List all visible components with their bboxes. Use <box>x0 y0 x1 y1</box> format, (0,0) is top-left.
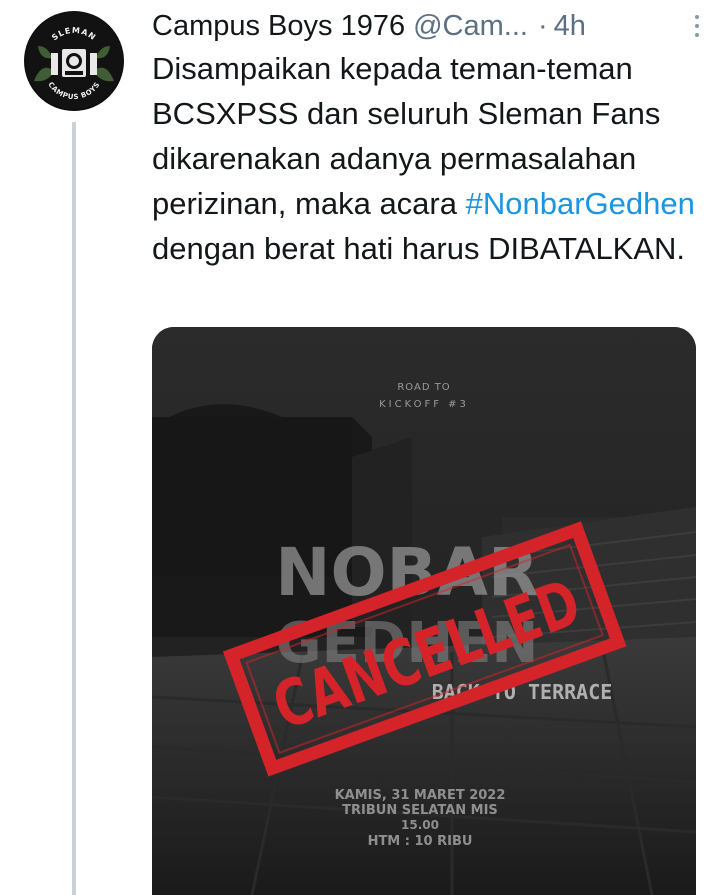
more-options-icon[interactable] <box>682 6 712 46</box>
tweet-header: Campus Boys 1976 @Cam... · 4h <box>152 6 712 46</box>
handle[interactable]: @Cam... <box>413 10 528 43</box>
poster-kickoff: KICKOFF #3 <box>379 399 469 410</box>
poster-price: HTM : 10 RIBU <box>368 834 473 849</box>
thread-line <box>72 122 76 895</box>
separator-dot: · <box>537 9 548 42</box>
tweet-media-image[interactable]: ROAD TO KICKOFF #3 NOBAR GEDHEN BACK TO … <box>152 327 696 895</box>
poster-image: ROAD TO KICKOFF #3 NOBAR GEDHEN BACK TO … <box>152 327 696 895</box>
poster-date: KAMIS, 31 MARET 2022 <box>335 788 506 803</box>
poster-road-to: ROAD TO <box>397 382 450 393</box>
avatar[interactable]: SLEMAN CAMPUS BOYS <box>24 11 124 111</box>
display-name[interactable]: Campus Boys 1976 <box>152 10 405 43</box>
campus-boys-logo-icon: SLEMAN CAMPUS BOYS <box>26 13 122 109</box>
tweet-text-after: dengan berat hati harus DIBATALKAN. <box>152 231 686 266</box>
poster-hour: 15.00 <box>401 818 439 832</box>
poster-venue: TRIBUN SELATAN MIS <box>342 803 498 818</box>
tweet[interactable]: SLEMAN CAMPUS BOYS Campus Boys 1976 @Cam… <box>0 0 720 895</box>
tweet-text: Disampaikan kepada teman-teman BCSXPSS d… <box>152 46 707 271</box>
timestamp[interactable]: 4h <box>554 10 586 43</box>
hashtag-link[interactable]: #NonbarGedhen <box>466 186 695 221</box>
